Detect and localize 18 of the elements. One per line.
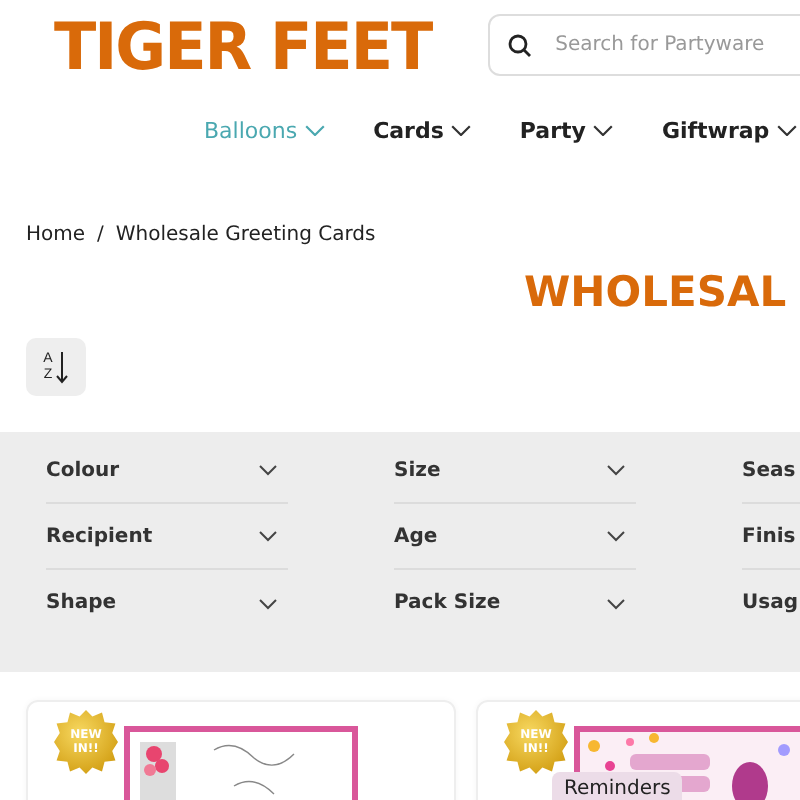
filter-dropdown[interactable]: Seas xyxy=(742,438,800,504)
search-field[interactable]: Search for Partyware xyxy=(487,14,800,76)
filter-dropdown[interactable]: Age xyxy=(394,504,636,570)
reminders-button[interactable]: Reminders xyxy=(552,772,683,800)
nav-menu-item[interactable]: Giftwrap xyxy=(661,112,798,148)
filter-dropdown[interactable]: Recipient xyxy=(46,504,288,570)
filter-dropdown[interactable]: Usag xyxy=(742,570,800,636)
filter-dropdown[interactable]: Pack Size xyxy=(394,570,636,636)
filter-dropdown[interactable]: Colour xyxy=(46,438,288,504)
filter-dropdown[interactable]: Size xyxy=(394,438,636,504)
breadcrumb-link[interactable]: Home xyxy=(26,224,86,244)
page-heading: WHOLESAL xyxy=(522,268,789,320)
filter-dropdown[interactable]: Finis xyxy=(742,504,800,570)
breadcrumb-separator: / xyxy=(97,224,104,244)
nav-menu-item[interactable]: Party xyxy=(519,112,614,148)
filter-dropdown[interactable]: Shape xyxy=(46,570,288,636)
nav-menu-item[interactable]: Cards xyxy=(373,112,472,148)
breadcrumb-link[interactable]: Wholesale Greeting Cards xyxy=(115,224,376,244)
